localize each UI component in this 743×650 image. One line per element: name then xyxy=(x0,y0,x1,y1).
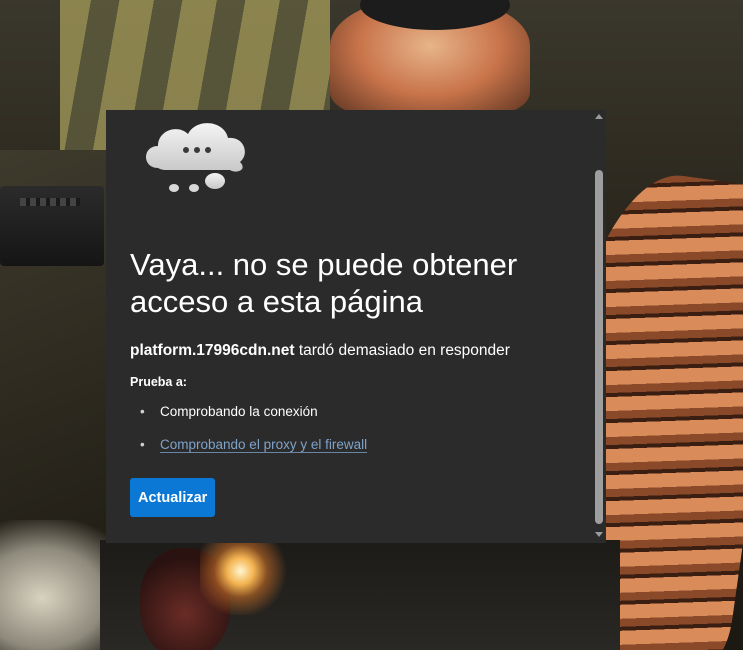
bullet-icon: • xyxy=(140,437,145,452)
suggestion-text: Comprobando la conexión xyxy=(160,404,318,419)
scroll-up-arrow-icon[interactable] xyxy=(595,114,603,119)
error-panel: Vaya... no se puede obtener acceso a est… xyxy=(106,110,606,543)
try-label: Prueba a: xyxy=(130,375,187,389)
refresh-button[interactable]: Actualizar xyxy=(130,478,216,517)
bullet-icon: • xyxy=(140,404,145,419)
page-title: Vaya... no se puede obtener acceso a est… xyxy=(130,247,518,319)
error-host: platform.17996cdn.net xyxy=(130,342,295,359)
scroll-thumb[interactable] xyxy=(595,170,603,524)
suggestion-check-connection: • Comprobando la conexión xyxy=(130,402,367,435)
error-panel-content: Vaya... no se puede obtener acceso a est… xyxy=(106,110,594,543)
sparks-image xyxy=(200,535,290,615)
suggestion-check-proxy-firewall: • Comprobando el proxy y el firewall xyxy=(130,435,367,468)
vertical-scrollbar[interactable] xyxy=(592,110,606,543)
error-message: platform.17996cdn.net tardó demasiado en… xyxy=(130,342,510,360)
error-message-suffix: tardó demasiado en responder xyxy=(294,342,510,359)
scroll-down-arrow-icon[interactable] xyxy=(595,532,603,537)
proxy-firewall-link[interactable]: Comprobando el proxy y el firewall xyxy=(160,437,367,452)
rifle-image xyxy=(0,186,104,266)
suggestions-list: • Comprobando la conexión • Comprobando … xyxy=(130,402,367,468)
cloud-thinking-icon xyxy=(146,123,245,192)
